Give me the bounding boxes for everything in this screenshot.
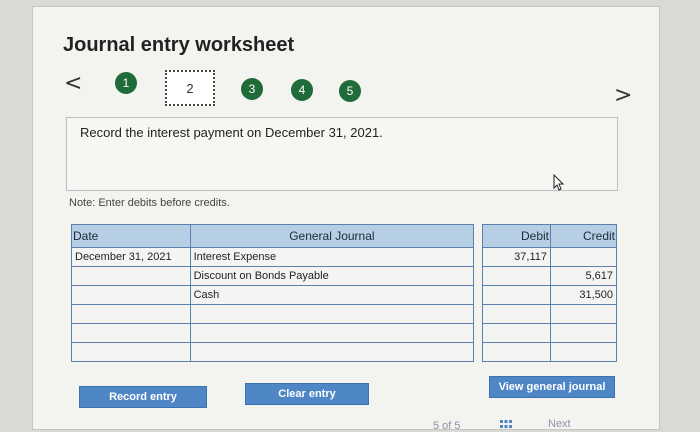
date-cell[interactable]: December 31, 2021 — [71, 247, 191, 267]
table-row: Cash 31,500 — [71, 285, 617, 305]
column-header-date: Date — [71, 224, 191, 248]
view-general-journal-button[interactable]: View general journal — [489, 376, 615, 398]
page-title: Journal entry worksheet — [63, 34, 295, 56]
table-row: December 31, 2021 Interest Expense 37,11… — [71, 247, 617, 267]
step-1-button[interactable]: 1 — [115, 72, 137, 94]
debit-cell[interactable] — [482, 266, 551, 286]
clear-entry-button[interactable]: Clear entry — [245, 383, 369, 405]
column-gap — [473, 342, 483, 362]
credit-cell[interactable]: 5,617 — [550, 266, 617, 286]
grid-icon[interactable] — [500, 420, 512, 430]
debit-cell[interactable]: 37,117 — [482, 247, 551, 267]
note-text: Note: Enter debits before credits. — [69, 197, 230, 209]
debit-cell[interactable] — [482, 285, 551, 305]
journal-header-row: Date General Journal Debit Credit — [71, 224, 617, 248]
column-gap — [473, 323, 483, 343]
column-gap — [473, 304, 483, 324]
step-3-button[interactable]: 3 — [241, 78, 263, 100]
chevron-left-icon[interactable]: < — [64, 71, 82, 96]
page-indicator: 5 of 5 — [433, 420, 461, 432]
worksheet-panel — [32, 6, 660, 430]
column-header-credit: Credit — [550, 224, 617, 248]
debit-cell[interactable] — [482, 323, 551, 343]
record-entry-button[interactable]: Record entry — [79, 386, 207, 408]
table-row: Discount on Bonds Payable 5,617 — [71, 266, 617, 286]
step-5-button[interactable]: 5 — [339, 80, 361, 102]
date-cell[interactable] — [71, 266, 191, 286]
step-2-current[interactable]: 2 — [165, 70, 215, 106]
mouse-pointer-icon — [553, 174, 565, 191]
date-cell[interactable] — [71, 342, 191, 362]
table-row — [71, 304, 617, 324]
account-cell[interactable]: Cash — [189, 285, 475, 305]
column-header-account: General Journal — [189, 224, 475, 248]
next-button[interactable]: Next — [548, 418, 571, 430]
column-gap — [473, 224, 483, 248]
prompt-text: Record the interest payment on December … — [80, 125, 383, 140]
column-gap — [473, 247, 483, 267]
account-cell[interactable] — [189, 323, 475, 343]
date-cell[interactable] — [71, 285, 191, 305]
account-cell[interactable]: Discount on Bonds Payable — [189, 266, 475, 286]
account-cell[interactable] — [189, 342, 475, 362]
credit-cell[interactable]: 31,500 — [550, 285, 617, 305]
step-4-button[interactable]: 4 — [291, 79, 313, 101]
debit-cell[interactable] — [482, 304, 551, 324]
account-cell[interactable] — [189, 304, 475, 324]
date-cell[interactable] — [71, 304, 191, 324]
chevron-right-icon[interactable]: > — [614, 83, 632, 108]
table-row — [71, 323, 617, 343]
column-header-debit: Debit — [482, 224, 551, 248]
credit-cell[interactable] — [550, 323, 617, 343]
debit-cell[interactable] — [482, 342, 551, 362]
credit-cell[interactable] — [550, 247, 617, 267]
journal-table: Date General Journal Debit Credit Decemb… — [71, 224, 617, 362]
table-row — [71, 342, 617, 362]
account-cell[interactable]: Interest Expense — [189, 247, 475, 267]
credit-cell[interactable] — [550, 304, 617, 324]
credit-cell[interactable] — [550, 342, 617, 362]
column-gap — [473, 266, 483, 286]
column-gap — [473, 285, 483, 305]
date-cell[interactable] — [71, 323, 191, 343]
